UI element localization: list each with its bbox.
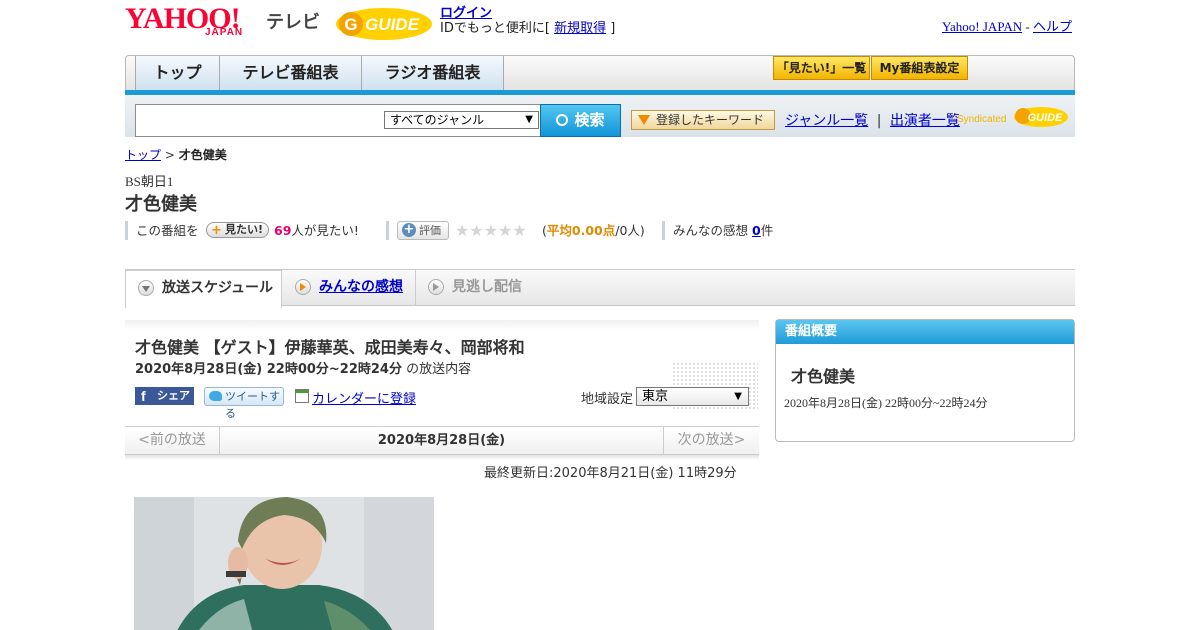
search-icon	[556, 114, 569, 126]
divider	[662, 221, 665, 240]
yahoo-japan-logo-text: JAPAN	[205, 27, 244, 38]
search-link-separator: |	[876, 113, 882, 129]
genre-select[interactable]: すべてのジャンル ▼	[384, 111, 539, 129]
facebook-share-button[interactable]: f シェア	[135, 387, 194, 405]
episode-datetime-suffix: の放送内容	[401, 362, 472, 377]
login-link[interactable]: ログイン	[440, 6, 492, 21]
episode-title: 才色健美 【ゲスト】伊藤華英、成田美寿々、岡部将和	[135, 338, 525, 357]
rate-button[interactable]: + 評価	[397, 221, 449, 240]
channel-name: BS朝日1	[125, 174, 174, 189]
mitai-count: 69	[274, 223, 292, 238]
calendar-icon	[295, 389, 309, 403]
header-link-separator: -	[1022, 19, 1033, 34]
nav-tab-tv-schedule[interactable]: テレビ番組表	[220, 56, 362, 91]
plus-icon: +	[402, 222, 416, 237]
login-sub-suffix: ]	[606, 21, 616, 36]
header-links: Yahoo! JAPAN - ヘルプ	[942, 16, 1072, 35]
breadcrumb-top-link[interactable]: トップ	[125, 148, 161, 162]
mitai-button[interactable]: + 見たい!	[206, 222, 269, 238]
divider	[125, 221, 128, 240]
program-summary-heading: 番組概要	[776, 320, 1074, 344]
twitter-bird-icon	[209, 391, 222, 401]
my-schedule-settings-button[interactable]: My番組表設定	[871, 56, 968, 80]
program-photo	[134, 497, 434, 630]
tab-schedule[interactable]: 放送スケジュール	[125, 270, 282, 308]
breadcrumb-current: 才色健美	[178, 148, 227, 162]
plus-icon: +	[211, 223, 222, 238]
dropdown-arrow-icon: ▼	[525, 114, 533, 125]
yahoo-japan-link[interactable]: Yahoo! JAPAN	[942, 19, 1022, 34]
breadcrumb-separator: >	[161, 148, 179, 162]
play-arrow-icon	[428, 279, 444, 295]
triangle-down-icon	[638, 115, 650, 125]
tab-catchup-label: 見逃し配信	[452, 279, 522, 295]
kanso-count-link[interactable]: 0	[752, 223, 761, 238]
region-select[interactable]: 東京 ▼	[636, 387, 749, 406]
calendar-register-label: カレンダーに登録	[312, 392, 417, 407]
pager-shadow	[125, 455, 759, 460]
rating-count: /0人)	[615, 223, 645, 238]
genre-list-link[interactable]: ジャンル一覧	[785, 113, 868, 129]
current-broadcast-date: 2020年8月28日(金)	[377, 433, 506, 448]
region-label: 地域設定	[581, 392, 634, 407]
prev-broadcast-button[interactable]: <前の放送	[125, 427, 220, 454]
login-area: ログイン IDでもっと便利に[ 新規取得 ]	[440, 6, 615, 36]
help-link[interactable]: ヘルプ	[1033, 19, 1072, 34]
facebook-icon: f	[141, 388, 146, 404]
tweet-button[interactable]: ツイートする	[204, 387, 284, 420]
tab-catchup: 見逃し配信	[416, 270, 546, 306]
tab-reviews-label: みんなの感想	[319, 279, 403, 295]
play-arrow-icon	[295, 279, 311, 295]
rating-average: 平均0.00点	[546, 223, 616, 238]
performer-list-link[interactable]: 出演者一覧	[890, 113, 960, 129]
divider	[386, 221, 389, 240]
kanso-summary: みんなの感想 0件	[673, 221, 773, 240]
syndicated-logo-text: GUIDE	[1028, 112, 1064, 124]
mitai-count-text: 69人が見たい!	[274, 221, 359, 240]
nav-tab-radio-schedule[interactable]: ラジオ番組表	[362, 56, 504, 91]
tweet-label: ツイートする	[225, 390, 280, 420]
episode-header-bg	[125, 320, 759, 330]
calendar-register-link[interactable]: カレンダーに登録	[295, 388, 416, 407]
mitai-suffix: 人が見たい!	[291, 223, 359, 238]
rating-summary: (平均0.00点/0人)	[542, 221, 645, 240]
gguide-logo[interactable]: G GUIDE	[334, 6, 432, 42]
episode-datetime: 2020年8月28日(金) 22時00分~22時24分	[135, 362, 402, 377]
nav-tab-top[interactable]: トップ	[135, 56, 220, 91]
signup-link[interactable]: 新規取得	[554, 21, 606, 36]
search-button-label: 検索	[574, 111, 605, 129]
last-updated: 最終更新日:2020年8月21日(金) 11時29分	[484, 466, 737, 481]
program-summary-title: 才色健美	[791, 367, 856, 386]
kanso-suffix: 件	[760, 223, 774, 238]
page-title: 才色健美	[125, 194, 197, 215]
registered-keyword-button[interactable]: 登録したキーワード	[631, 110, 775, 130]
syndicated-label: Syndicated	[957, 114, 1006, 125]
rating-stars: ★★★★★	[455, 221, 527, 240]
episode-datetime-line: 2020年8月28日(金) 22時00分~22時24分 の放送内容	[135, 358, 471, 377]
guest-portrait-image	[134, 497, 434, 630]
mitai-list-button[interactable]: 「見たい!」一覧	[773, 56, 870, 80]
mitai-prefix: この番組を	[136, 223, 199, 238]
region-select-value: 東京	[642, 389, 669, 404]
login-sub-prefix: IDでもっと便利に[	[440, 21, 555, 36]
tab-reviews[interactable]: みんなの感想	[283, 270, 416, 306]
registered-keyword-label: 登録したキーワード	[656, 113, 765, 127]
tv-label[interactable]: テレビ	[266, 8, 320, 34]
mitai-button-label: 見たい!	[225, 223, 264, 236]
program-summary-time: 2020年8月28日(金) 22時00分~22時24分	[784, 396, 988, 410]
dropdown-arrow-icon: ▼	[734, 391, 742, 402]
syndicated-gguide-logo: Syndicated GUIDE	[957, 107, 1068, 127]
kanso-label: みんなの感想	[673, 223, 749, 238]
rate-button-label: 評価	[419, 224, 441, 237]
next-broadcast-button[interactable]: 次の放送>	[663, 427, 759, 454]
tab-schedule-label: 放送スケジュール	[162, 280, 274, 296]
genre-select-value: すべてのジャンル	[390, 113, 485, 127]
search-button[interactable]: 検索	[540, 104, 621, 137]
gguide-logo-text: GUIDE	[365, 15, 420, 34]
share-label: シェア	[157, 389, 190, 402]
breadcrumb: トップ > 才色健美	[125, 146, 227, 163]
search-links: ジャンル一覧 | 出演者一覧	[785, 110, 960, 130]
chevron-down-icon	[138, 280, 154, 296]
svg-text:G: G	[344, 15, 357, 34]
